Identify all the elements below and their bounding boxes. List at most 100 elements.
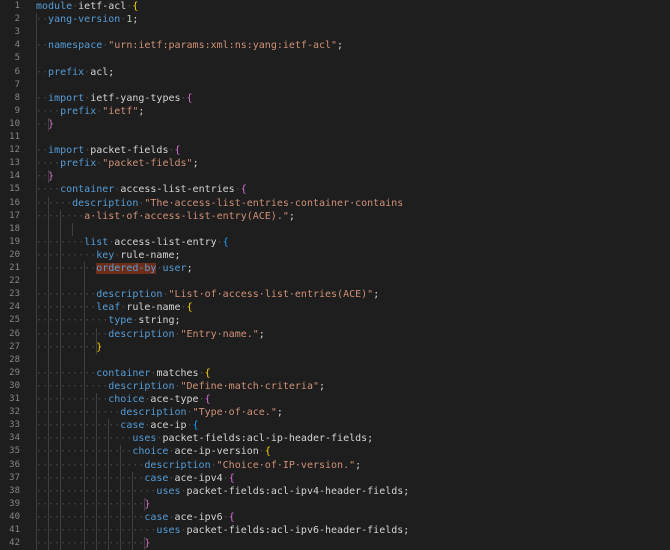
code-line[interactable]: 42 ··················} xyxy=(0,537,670,550)
code-token: ················ xyxy=(36,433,133,445)
code-token: acl; xyxy=(90,66,115,78)
line-code: ··············description·"Type·of·ace."… xyxy=(36,406,283,419)
code-token: ace-ipv6 xyxy=(174,511,223,523)
code-line[interactable]: 35 ················choice·ace-ip-version·… xyxy=(0,445,670,458)
code-token: } xyxy=(48,118,55,130)
code-line[interactable]: 12 ··import·packet-fields·{ xyxy=(0,144,670,157)
code-token: container xyxy=(60,184,115,196)
code-token: ; xyxy=(355,459,362,471)
line-number: 7 xyxy=(14,79,20,90)
code-line[interactable]: 41 ····················uses·packet-fields… xyxy=(0,524,670,537)
code-token: ietf-acl xyxy=(78,1,127,12)
code-token: packet-fields:acl-ipv6-header-fields; xyxy=(186,525,410,536)
line-number: 33 xyxy=(9,420,20,431)
code-token: case xyxy=(144,472,169,484)
code-token: ·················· xyxy=(36,511,145,523)
code-line[interactable]: 28 xyxy=(0,354,670,367)
line-code: ············choice·ace-type·{ xyxy=(36,393,211,406)
code-line[interactable]: 25 ············type·string; xyxy=(0,314,670,327)
code-token: ietf-yang-types xyxy=(90,92,181,104)
code-line[interactable]: 36 ··················description·"Choice·… xyxy=(0,459,670,472)
code-line[interactable]: 4 ··namespace·"urn:ietf:params:xml:ns:yan… xyxy=(0,39,670,52)
code-line[interactable]: 38 ····················uses·packet-fields… xyxy=(0,485,670,498)
code-line[interactable]: 21 ··········ordered-by·user; xyxy=(0,262,670,275)
code-line[interactable]: 37 ··················case·ace-ipv4·{ xyxy=(0,472,670,485)
code-line[interactable]: 22 xyxy=(0,275,670,288)
code-token: } xyxy=(144,498,151,510)
code-token: { xyxy=(192,420,199,432)
line-code: ··yang-version·1; xyxy=(36,13,138,26)
code-line[interactable]: 5 xyxy=(0,52,670,65)
code-line[interactable]: 9 ····prefix·"ietf"; xyxy=(0,105,670,118)
line-number: 14 xyxy=(9,171,20,182)
code-token: ace-type xyxy=(150,394,199,405)
line-number: 26 xyxy=(9,328,20,339)
line-number: 38 xyxy=(9,485,20,496)
code-line[interactable]: 33 ··············case·ace-ip·{ xyxy=(0,419,670,432)
code-line[interactable]: 19 ········list·access-list-entry·{ xyxy=(0,236,670,249)
code-token: ; xyxy=(132,14,139,26)
code-line[interactable]: 13 ····prefix·"packet-fields"; xyxy=(0,157,670,170)
code-line[interactable]: 7 xyxy=(0,79,670,92)
code-line[interactable]: 2 ··yang-version·1; xyxy=(0,13,670,26)
code-token: ; xyxy=(319,380,326,392)
line-number: 11 xyxy=(9,132,20,142)
code-line[interactable]: 6 ··prefix·acl; xyxy=(0,66,670,79)
code-line[interactable]: 18 xyxy=(0,223,670,236)
line-number: 27 xyxy=(9,341,20,352)
code-token: ················ xyxy=(36,446,133,458)
code-line[interactable]: 3 xyxy=(0,26,670,39)
code-line[interactable]: 16 ······description·"The·access-list-ent… xyxy=(0,197,670,210)
code-line[interactable]: 1 module·ietf-acl·{ xyxy=(0,0,670,13)
code-token: ·········· xyxy=(36,263,97,274)
code-line[interactable]: 29 ··········container·matches·{ xyxy=(0,367,670,380)
code-line[interactable]: 15 ····container·access-list-entries·{ xyxy=(0,183,670,196)
code-token: ············ xyxy=(36,394,109,405)
line-number: 36 xyxy=(9,459,20,470)
code-token: ace-ip-version xyxy=(174,446,259,458)
code-token: ·················· xyxy=(36,538,145,550)
code-line[interactable]: 14 ··} xyxy=(0,170,670,183)
code-editor[interactable]: 1 module·ietf-acl·{2 ··yang-version·1; 3 4 ··… xyxy=(0,0,670,550)
line-number: 32 xyxy=(9,407,20,418)
code-token: ace-ip xyxy=(150,420,187,432)
code-token: } xyxy=(48,171,55,183)
code-line[interactable]: 31 ············choice·ace-type·{ xyxy=(0,393,670,406)
code-token: { xyxy=(132,1,139,12)
code-line[interactable]: 20 ··········key·rule-name; xyxy=(0,249,670,262)
code-line[interactable]: 30 ············description·"Define·match·… xyxy=(0,380,670,393)
code-line[interactable]: 17 ········a·list·of·access-list-entry(AC… xyxy=(0,210,670,223)
line-number: 22 xyxy=(9,276,20,287)
code-line[interactable]: 8 ··import·ietf-yang-types·{ xyxy=(0,92,670,105)
line-number: 5 xyxy=(14,53,20,64)
code-token: packet-fields xyxy=(90,145,169,157)
code-line[interactable]: 34 ················uses·packet-fields:acl… xyxy=(0,432,670,445)
code-token: "The·access-list-entries·container·conta… xyxy=(144,197,404,209)
code-token: rule-name xyxy=(126,302,181,314)
code-token: ; xyxy=(192,158,199,170)
line-code: ····················uses·packet-fields:a… xyxy=(36,524,409,537)
code-line[interactable]: 26 ············description·"Entry·name."; xyxy=(0,328,670,341)
code-token: namespace xyxy=(48,40,103,52)
code-line[interactable]: 23 ··········description·"List·of·access·… xyxy=(0,288,670,301)
code-line[interactable]: 24 ··········leaf·rule-name·{ xyxy=(0,301,670,314)
line-code: ··········description·"List·of·access·li… xyxy=(36,288,379,301)
code-token: ········ xyxy=(36,210,85,222)
code-line[interactable]: 10 ··} xyxy=(0,118,670,131)
line-code: ········list·access-list-entry·{ xyxy=(36,236,229,249)
code-line[interactable]: 40 ··················case·ace-ipv6·{ xyxy=(0,511,670,524)
code-token: { xyxy=(174,145,181,157)
code-line[interactable]: 27 ··········} xyxy=(0,341,670,354)
code-line[interactable]: 32 ··············description·"Type·of·ace… xyxy=(0,406,670,419)
code-line[interactable]: 11 xyxy=(0,131,670,144)
line-code: ··} xyxy=(36,170,54,183)
code-token: } xyxy=(144,538,151,550)
code-token: ; xyxy=(288,210,295,222)
code-line[interactable]: 39 ··················} xyxy=(0,498,670,511)
line-code: ······description·"The·access-list-entri… xyxy=(36,197,403,210)
line-number: 6 xyxy=(14,66,20,77)
line-code: ········a·list·of·access-list-entry(ACE)… xyxy=(36,210,295,223)
line-code: ··········ordered-by·user; xyxy=(36,262,193,275)
line-code: ··················description·"Choice·of… xyxy=(36,459,361,472)
line-number: 9 xyxy=(14,105,20,116)
